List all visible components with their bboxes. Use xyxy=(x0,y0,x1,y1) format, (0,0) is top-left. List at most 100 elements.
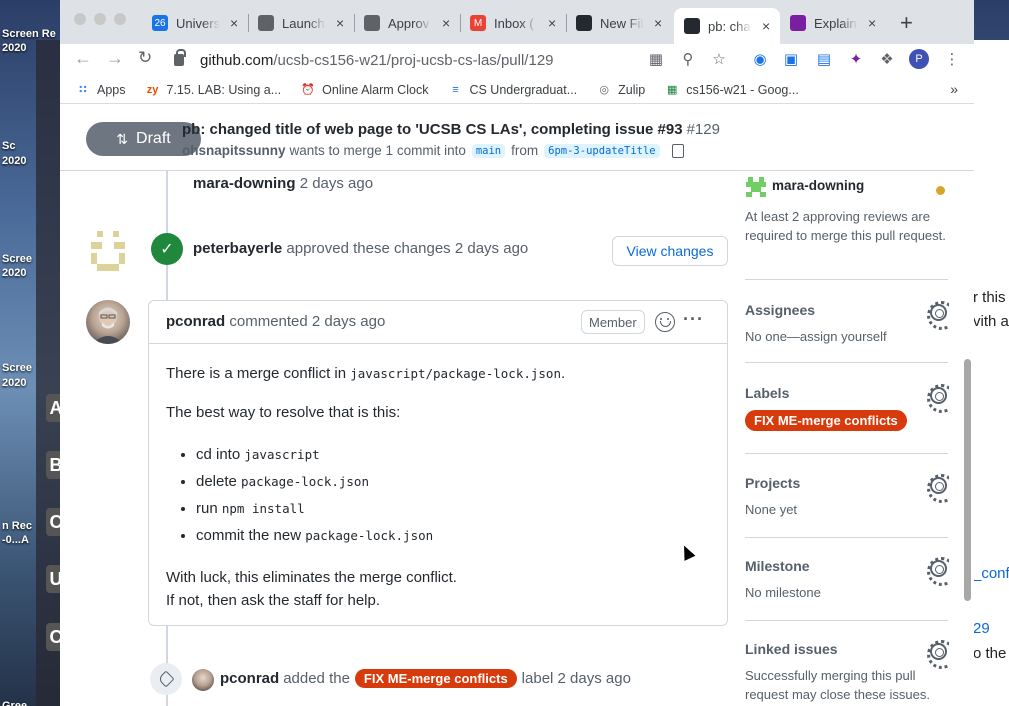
desktop-file-label[interactable]: 2020 xyxy=(2,267,26,279)
commenter-avatar[interactable] xyxy=(86,300,130,344)
bookmark-item[interactable]: ∷ Apps xyxy=(76,83,125,97)
tab-close-icon[interactable]: × xyxy=(336,15,344,31)
linked-issues-title[interactable]: Linked issues xyxy=(745,641,948,657)
assignees-title[interactable]: Assignees xyxy=(745,302,948,318)
head-branch[interactable]: 6pm-3-updateTitle xyxy=(544,143,660,158)
view-changes-button[interactable]: View changes xyxy=(612,236,728,266)
forward-arrow-icon[interactable]: → xyxy=(106,48,124,69)
pr-author-link[interactable]: ohsnapitssunny xyxy=(182,143,286,158)
zybooks-icon: zy xyxy=(146,83,159,96)
desktop-file-label[interactable]: n Rec xyxy=(2,520,32,532)
background-window-text: 29 xyxy=(973,620,990,637)
sidebar-label-pill[interactable]: FIX ME-merge conflicts xyxy=(745,410,907,431)
base-branch[interactable]: main xyxy=(471,143,506,158)
browser-tab[interactable]: 26 Univers × xyxy=(142,8,248,38)
kebab-menu-icon[interactable]: ⋮ xyxy=(943,50,961,68)
pr-sidebar: mara-downing At least 2 approving review… xyxy=(745,171,949,706)
extensions-puzzle-icon[interactable]: ❖ xyxy=(878,50,896,68)
desktop-file-label[interactable]: 2020 xyxy=(2,42,26,54)
pr-title-text: pb: changed title of web page to 'UCSB C… xyxy=(182,121,683,138)
labels-gear-icon[interactable] xyxy=(927,384,949,413)
color-picker-icon[interactable]: ✦ xyxy=(847,50,865,68)
bookmark-list: ∷ Apps zy 7.15. LAB: Using a... ⏰ Online Alar… xyxy=(76,83,819,97)
projects-gear-icon[interactable] xyxy=(927,474,949,503)
projects-title[interactable]: Projects xyxy=(745,475,948,491)
docs-extension-icon[interactable]: ▤ xyxy=(815,50,833,68)
extension-compass-icon[interactable]: ◉ xyxy=(751,50,769,68)
browser-tab[interactable]: New Fil × xyxy=(566,8,672,38)
tab-close-icon[interactable]: × xyxy=(442,15,450,31)
copy-branch-icon[interactable] xyxy=(671,143,684,158)
bookmark-item[interactable]: ≡ CS Undergraduat... xyxy=(448,83,577,97)
comment-time[interactable]: 2 days ago xyxy=(312,313,385,330)
reviewer-name-link[interactable]: mara-downing xyxy=(772,178,864,193)
bookmark-item[interactable]: ⏰ Online Alarm Clock xyxy=(301,83,428,97)
add-reaction-smiley-icon[interactable] xyxy=(655,312,675,332)
address-bar[interactable]: github.com/ucsb-cs156-w21/proj-ucsb-cs-l… xyxy=(174,48,554,72)
background-window-text: r this xyxy=(973,289,1006,306)
page-scrollbar[interactable] xyxy=(961,171,974,706)
browser-tab[interactable]: Approv × xyxy=(354,8,460,38)
desktop-file-label[interactable]: -0...A xyxy=(2,534,29,546)
profile-avatar[interactable]: P xyxy=(909,49,929,69)
approver-link[interactable]: peterbayerle xyxy=(193,240,282,257)
desktop-file-label[interactable]: 2020 xyxy=(2,377,26,389)
reviewer-avatar[interactable] xyxy=(86,231,130,275)
browser-tab[interactable]: Launch × xyxy=(248,8,354,38)
background-window-text: o the xyxy=(973,645,1007,662)
pr-number: #129 xyxy=(686,121,720,138)
minimize-window-button[interactable] xyxy=(94,13,106,25)
timeline-label-pill[interactable]: FIX ME-merge conflicts xyxy=(354,669,517,688)
milestone-gear-icon[interactable] xyxy=(927,557,949,586)
desktop-file-label[interactable]: Scree xyxy=(2,253,32,265)
tab-close-icon[interactable]: × xyxy=(230,15,238,31)
bookmarks-overflow-button[interactable]: » xyxy=(950,81,958,97)
bookmark-item[interactable]: ◎ Zulip xyxy=(597,83,645,97)
bookmark-item[interactable]: zy 7.15. LAB: Using a... xyxy=(146,83,281,97)
tab-close-icon[interactable]: × xyxy=(548,15,556,31)
assignees-gear-icon[interactable] xyxy=(927,301,949,330)
resolution-steps-list: cd into javascriptdelete package-lock.js… xyxy=(196,441,716,549)
tab-title: New Fil xyxy=(600,15,644,31)
labels-title[interactable]: Labels xyxy=(745,385,948,401)
desktop-file-label[interactable]: Scree xyxy=(2,362,32,374)
approval-time[interactable]: 2 days ago xyxy=(455,240,528,257)
reviewer-identicon[interactable] xyxy=(746,177,766,197)
assignees-value[interactable]: No one—assign yourself xyxy=(745,327,948,346)
browser-tab[interactable]: pb: cha × xyxy=(674,8,780,44)
tag-icon xyxy=(150,663,182,695)
tab-close-icon[interactable]: × xyxy=(654,15,662,31)
milestone-title[interactable]: Milestone xyxy=(745,558,948,574)
comment-author-link[interactable]: pconrad xyxy=(166,313,225,330)
sidebar-divider xyxy=(745,362,948,363)
maximize-window-button[interactable] xyxy=(114,13,126,25)
label-actor-link[interactable]: pconrad xyxy=(220,670,279,687)
linked-issues-gear-icon[interactable] xyxy=(927,640,949,669)
reload-icon[interactable]: ↻ xyxy=(138,48,152,68)
new-tab-button[interactable]: + xyxy=(900,10,913,36)
desktop-file-label[interactable]: Gree xyxy=(2,700,27,706)
desktop-file-label[interactable]: Sc xyxy=(2,140,15,152)
comment-p3-line-1: With luck, this eliminates the merge con… xyxy=(166,569,457,586)
lock-icon xyxy=(174,49,186,66)
member-badge: Member xyxy=(581,310,645,334)
tab-grid-icon[interactable]: ▦ xyxy=(647,50,665,68)
browser-tab[interactable]: M Inbox (× xyxy=(460,8,566,38)
zoom-meeting-icon[interactable]: ▣ xyxy=(782,50,800,68)
previous-reviewer-link[interactable]: mara-downing xyxy=(193,175,296,192)
desktop-file-label[interactable]: 2020 xyxy=(2,155,26,167)
desktop-file-label[interactable]: Screen Re xyxy=(2,28,56,40)
comment-more-options-icon[interactable]: ··· xyxy=(683,309,704,330)
browser-tab[interactable]: Explain × xyxy=(780,8,886,38)
scrollbar-thumb[interactable] xyxy=(964,359,971,601)
bookmark-star-icon[interactable]: ☆ xyxy=(710,50,728,68)
label-actor-avatar[interactable] xyxy=(192,669,214,691)
tab-close-icon[interactable]: × xyxy=(868,15,876,31)
tab-close-icon[interactable]: × xyxy=(762,18,770,34)
reviewer-row: mara-downing xyxy=(745,176,949,197)
bookmark-item[interactable]: ▦ cs156-w21 - Goog... xyxy=(665,83,799,97)
back-arrow-icon[interactable]: ← xyxy=(74,48,92,69)
zoom-icon[interactable]: ⚲ xyxy=(679,50,697,68)
close-window-button[interactable] xyxy=(74,13,86,25)
background-window[interactable]: r this vith a _conf 29 o the xyxy=(973,40,1009,706)
